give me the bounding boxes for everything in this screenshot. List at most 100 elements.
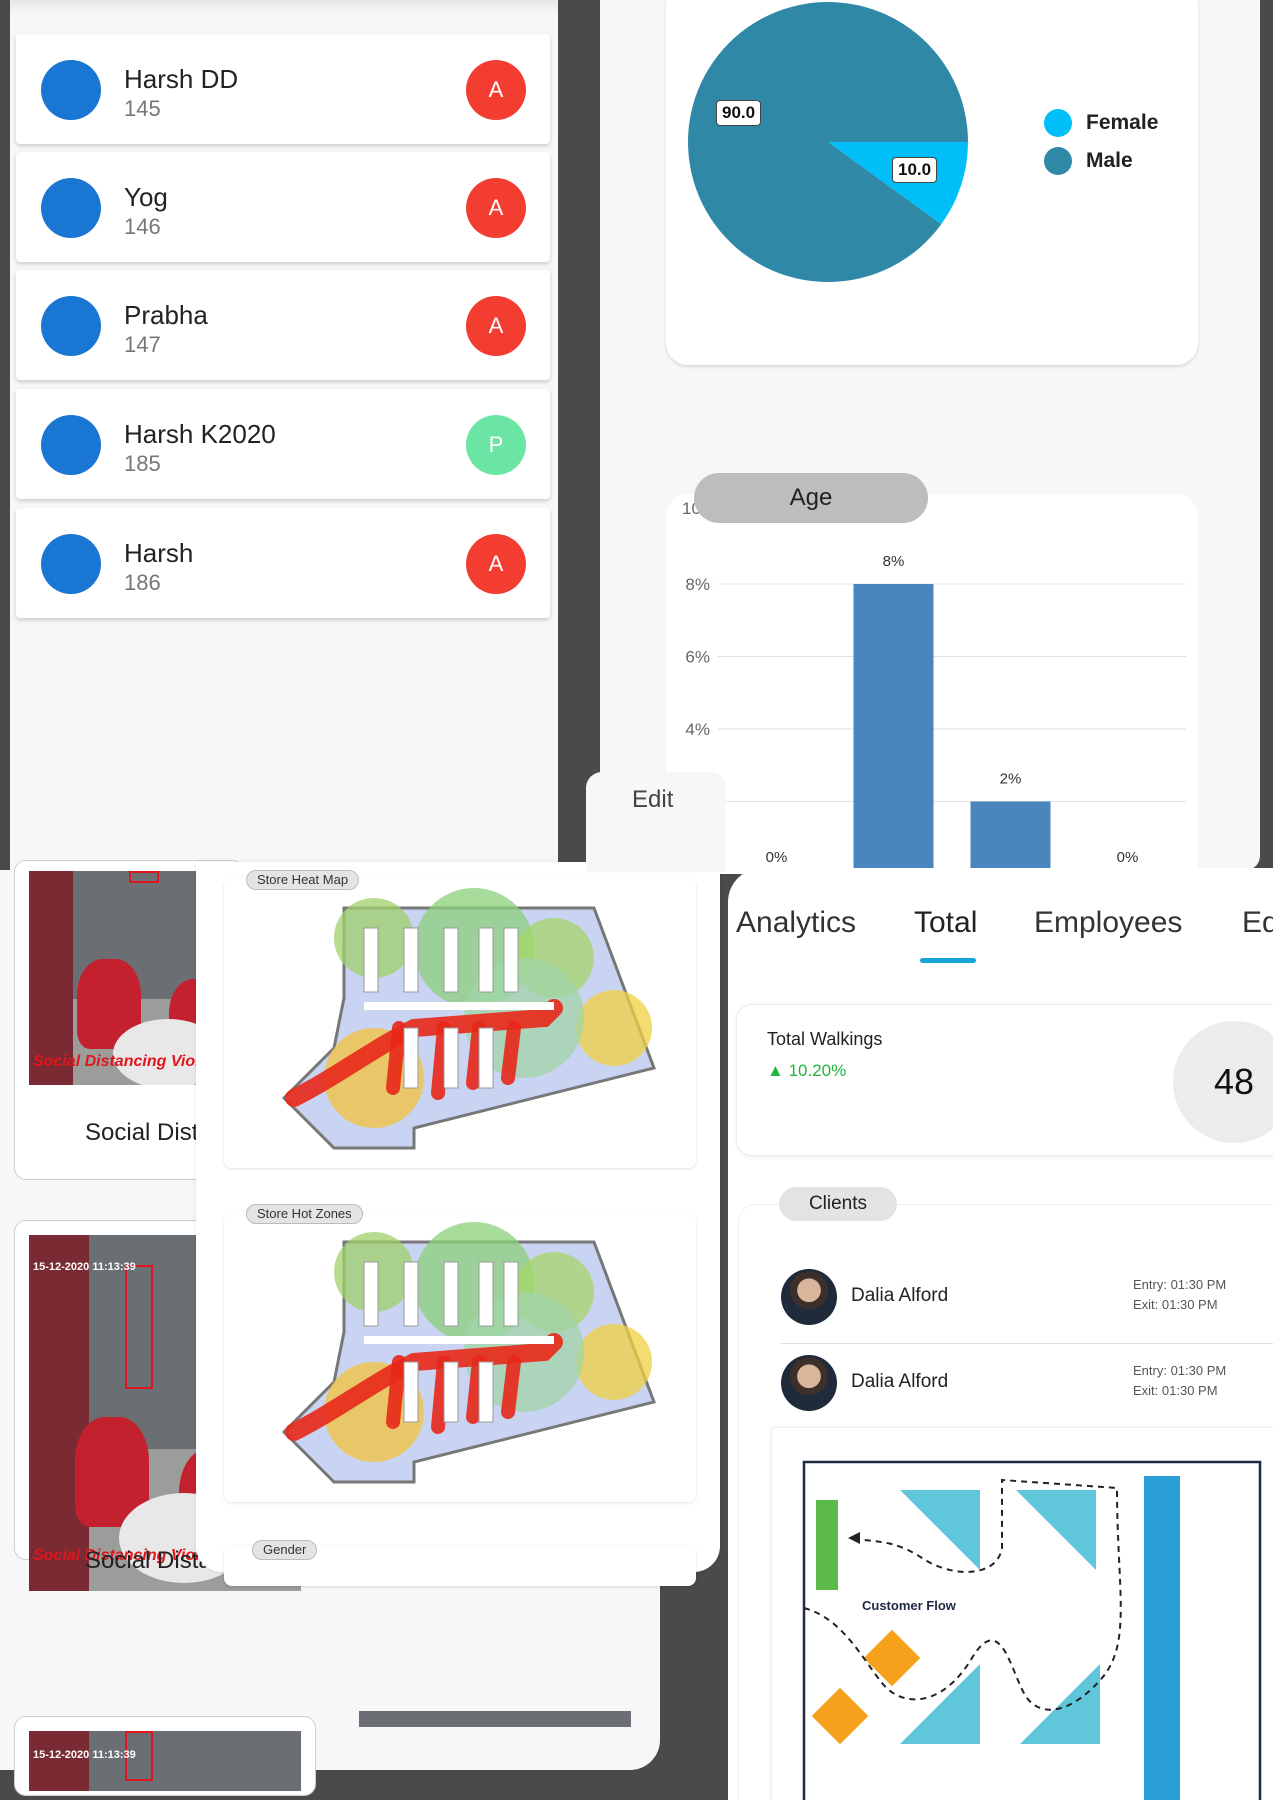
employee-card[interactable]: Harsh K2020 185 P <box>16 389 550 499</box>
attendance-status-badge[interactable]: A <box>466 296 526 356</box>
axis-tick-label: 6% <box>685 648 710 667</box>
shelf-shape <box>478 1027 494 1089</box>
gender-card[interactable]: Gender <box>224 1540 696 1586</box>
tab-total[interactable]: Total <box>914 906 977 940</box>
walkings-count: 48 <box>1173 1021 1273 1143</box>
client-entry-time: Entry: 01:30 PM <box>1133 1277 1227 1292</box>
charts-panel: 90.0 10.0 Female Male 4% 6% 8% 0% 8% 2% 0% 10 … <box>600 0 1260 874</box>
attendance-status-badge[interactable]: A <box>466 60 526 120</box>
heat-trail <box>466 1021 486 1090</box>
shelf-shape <box>1144 1476 1180 1800</box>
employee-card[interactable]: Harsh 186 A <box>16 508 550 618</box>
attendance-status-badge[interactable]: A <box>466 178 526 238</box>
avatar <box>41 415 101 475</box>
client-name: Dalia Alford <box>851 1371 949 1392</box>
employee-id: 147 <box>124 332 161 357</box>
heat-trail <box>501 1021 521 1085</box>
customer-flow-diagram <box>802 1460 1262 1800</box>
heat-trail <box>431 1355 451 1434</box>
employee-id: 146 <box>124 214 161 239</box>
trend-up-icon: ▲ <box>767 1061 784 1080</box>
shelf-shape <box>443 1361 459 1423</box>
shelf-shape <box>478 1361 494 1423</box>
legend-label: Male <box>1086 149 1133 172</box>
store-hot-zones-card[interactable]: Store Hot Zones <box>224 1204 696 1502</box>
legend-item-male[interactable]: Male <box>1044 147 1133 175</box>
total-walkings-card: Total Walkings ▲ 10.20% 48 <box>736 1004 1273 1156</box>
employee-id: 186 <box>124 570 161 595</box>
heat-trail <box>386 1355 406 1429</box>
bar-data-label: 0% <box>766 849 788 866</box>
customer-flow-card: Customer Flow Checkout <box>772 1428 1273 1800</box>
camera-timestamp: 15-12-2020 11:13:39 <box>33 1261 136 1273</box>
camera-card[interactable]: 15-12-2020 11:13:39 <box>14 1716 316 1796</box>
shelf-shape <box>478 927 494 993</box>
list-top-shadow <box>10 0 558 14</box>
shelf-shape <box>403 927 419 993</box>
age-chart-title[interactable]: Age <box>694 473 928 523</box>
camera-caption: Social Dist <box>85 1119 199 1146</box>
arrow-left-icon <box>848 1532 860 1544</box>
pie-slice-male <box>688 2 968 282</box>
checkout-counter <box>816 1500 838 1590</box>
client-exit-time: Exit: 01:30 PM <box>1133 1383 1218 1398</box>
heat-blob <box>576 1324 652 1400</box>
camera-snapshot <box>359 1711 631 1727</box>
shelf-shape <box>443 1261 459 1327</box>
walkings-change-value: 10.20% <box>788 1061 847 1080</box>
tab-ed[interactable]: Ed <box>1242 906 1273 940</box>
employee-name: Prabha <box>124 300 208 330</box>
avatar <box>41 178 101 238</box>
employee-name: Harsh K2020 <box>124 419 276 449</box>
client-entry-time: Entry: 01:30 PM <box>1133 1363 1227 1378</box>
camera-timestamp: 15-12-2020 11:13:39 <box>33 1749 136 1761</box>
heat-trail <box>466 1355 486 1424</box>
client-row[interactable]: Dalia Alford Entry: 01:30 PM Exit: 01:30… <box>781 1261 1273 1343</box>
shelf-shape <box>503 927 519 993</box>
store-floor-plan-heatmap <box>281 888 656 1150</box>
hot-zones-label: Store Hot Zones <box>246 1204 363 1224</box>
detection-box <box>125 1265 153 1389</box>
bar-data-label: 0% <box>1117 849 1139 866</box>
tab-employees[interactable]: Employees <box>1034 906 1182 940</box>
client-row[interactable]: Dalia Alford Entry: 01:30 PM Exit: 01:30… <box>781 1347 1273 1429</box>
attendance-status-badge[interactable]: A <box>466 534 526 594</box>
attendance-status-badge[interactable]: P <box>466 415 526 475</box>
shelf-shape <box>403 1361 419 1423</box>
legend-item-female[interactable]: Female <box>1044 109 1158 137</box>
store-floor-plan-heatmap <box>281 1222 656 1484</box>
shelf-shape <box>1016 1490 1096 1570</box>
employee-card[interactable]: Yog 146 A <box>16 152 550 262</box>
walkings-title: Total Walkings <box>767 1029 883 1049</box>
shelf-shape <box>403 1027 419 1089</box>
bar-data-label: 8% <box>883 553 905 570</box>
bar-data-label: 2% <box>1000 771 1022 788</box>
active-tab-indicator <box>920 958 976 963</box>
age-bar <box>970 801 1051 874</box>
employee-card[interactable]: Prabha 147 A <box>16 270 550 380</box>
client-times: Entry: 01:30 PM Exit: 01:30 PM <box>1133 1361 1226 1401</box>
clients-label[interactable]: Clients <box>779 1187 897 1221</box>
shelf-shape <box>900 1490 980 1570</box>
heat-trail <box>386 1021 406 1095</box>
legend-dot <box>1044 109 1072 137</box>
employee-id: 185 <box>124 451 161 476</box>
shelf-shape <box>503 1261 519 1327</box>
avatar <box>41 534 101 594</box>
checkout-label: Checkout <box>784 1536 796 1583</box>
employee-list-panel: Harsh DD 145 A Yog 146 A Prabha 147 A Ha… <box>10 0 558 870</box>
analytics-panel: Analytics Total Employees Ed Total Walki… <box>728 868 1273 1800</box>
heat-map-panel: Store Heat Map Store Hot Zones Gender <box>196 862 720 1586</box>
display-shape <box>863 1629 921 1687</box>
tab-analytics[interactable]: Analytics <box>736 906 856 940</box>
age-chart-card: 4% 6% 8% 0% 8% 2% 0% <box>666 494 1198 874</box>
avatar <box>41 60 101 120</box>
gender-label: Gender <box>252 1540 318 1560</box>
edit-tab[interactable]: Edit <box>586 772 726 872</box>
shelf-shape <box>900 1664 980 1744</box>
employee-card[interactable]: Harsh DD 145 A <box>16 34 550 144</box>
age-bar <box>853 584 934 874</box>
store-heat-map-card[interactable]: Store Heat Map <box>224 870 696 1168</box>
shelf-shape <box>478 1261 494 1327</box>
pie-data-label: 10.0 <box>892 157 938 183</box>
